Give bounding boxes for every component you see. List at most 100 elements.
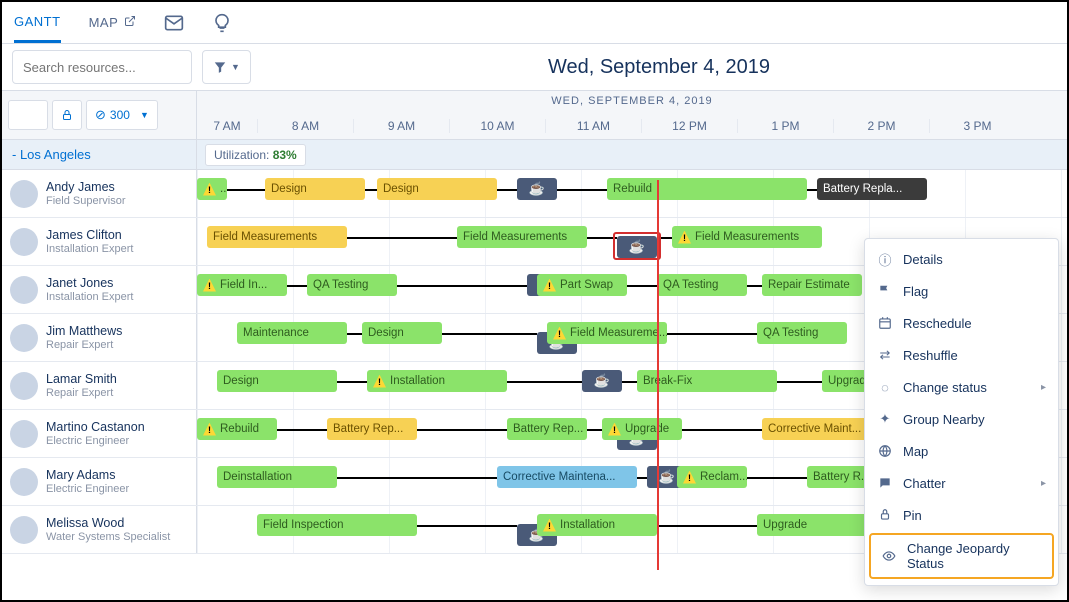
task[interactable]: Deinstallation	[217, 466, 337, 488]
bulb-icon[interactable]	[212, 13, 232, 33]
menu-change-status[interactable]: ◌Change status▸	[865, 371, 1058, 403]
avatar	[10, 468, 38, 496]
task[interactable]: Field Measurements	[207, 226, 347, 248]
task[interactable]: Design	[377, 178, 497, 200]
hour-label: 1 PM	[737, 119, 833, 133]
utilization-label: Utilization:	[214, 148, 269, 162]
task[interactable]: Upgrade	[757, 514, 867, 536]
search-box[interactable]	[12, 50, 192, 84]
hour-label: 9 AM	[353, 119, 449, 133]
travel-line	[627, 285, 657, 287]
warning-icon: !	[678, 231, 691, 244]
resource-cell[interactable]: Mary Adams Electric Engineer	[2, 458, 197, 505]
lane[interactable]: !... Design Design ☕ Rebuild Battery Repla...	[197, 170, 1067, 217]
task[interactable]: Design	[362, 322, 442, 344]
menu-label: Flag	[903, 284, 928, 299]
resource-cell[interactable]: Jim Matthews Repair Expert	[2, 314, 197, 361]
task[interactable]: !Reclam...	[677, 466, 747, 488]
chevron-right-icon: ▸	[1041, 382, 1046, 393]
task[interactable]: Design	[265, 178, 365, 200]
task[interactable]: !Field Measurements	[672, 226, 822, 248]
resource-cell[interactable]: Lamar Smith Repair Expert	[2, 362, 197, 409]
task[interactable]: Field Measurements	[457, 226, 587, 248]
menu-flag[interactable]: Flag	[865, 275, 1058, 307]
task[interactable]: QA Testing	[657, 274, 747, 296]
menu-pin[interactable]: Pin	[865, 499, 1058, 531]
task[interactable]: Battery Rep...	[507, 418, 587, 440]
lock-button[interactable]	[52, 100, 82, 130]
mail-icon[interactable]	[164, 13, 184, 33]
task-label: Field Measureme...	[570, 327, 667, 339]
warning-icon: !	[373, 375, 386, 388]
task[interactable]: Corrective Maintena...	[497, 466, 637, 488]
task[interactable]: QA Testing	[757, 322, 847, 344]
resource-cell[interactable]: Melissa Wood Water Systems Specialist	[2, 506, 197, 553]
travel-line	[497, 189, 517, 191]
territory-label[interactable]: - Los Angeles	[2, 140, 197, 169]
globe-icon	[877, 443, 893, 459]
resource-name: Mary Adams	[46, 468, 129, 483]
break-task[interactable]: ☕	[582, 370, 622, 392]
warning-icon: !	[553, 327, 566, 340]
break-task[interactable]: ☕	[517, 178, 557, 200]
travel-line	[337, 477, 497, 479]
avatar	[10, 516, 38, 544]
task[interactable]: Maintenance	[237, 322, 347, 344]
blank-button[interactable]	[8, 100, 48, 130]
filter-icon	[213, 60, 227, 74]
task-label: Design	[271, 183, 307, 195]
break-task[interactable]: ☕	[617, 236, 657, 258]
task[interactable]: !Rebuild	[197, 418, 277, 440]
resource-name: Martino Castanon	[46, 420, 145, 435]
task[interactable]: ! Field Measureme...	[547, 322, 667, 344]
task-label: Design	[383, 183, 419, 195]
task[interactable]: Design	[217, 370, 337, 392]
travel-line	[657, 525, 757, 527]
tab-map[interactable]: MAP	[89, 2, 137, 43]
travel-line	[747, 477, 807, 479]
task[interactable]: QA Testing	[307, 274, 397, 296]
task[interactable]: !Part Swap	[537, 274, 627, 296]
task-label: Maintenance	[243, 327, 309, 339]
menu-group-nearby[interactable]: ✦Group Nearby	[865, 403, 1058, 435]
coffee-icon: ☕	[629, 239, 645, 255]
filter-button[interactable]: ▼	[202, 50, 251, 84]
task[interactable]: Field Inspection	[257, 514, 417, 536]
tab-gantt[interactable]: GANTT	[14, 2, 61, 43]
travel-line	[667, 333, 757, 335]
travel-line	[277, 429, 327, 431]
avatar	[10, 180, 38, 208]
menu-chatter[interactable]: Chatter▸	[865, 467, 1058, 499]
menu-change-jeopardy[interactable]: Change Jeopardy Status	[869, 533, 1054, 579]
count-button[interactable]: ⊘ 300 ▼	[86, 100, 158, 130]
task-label: Field Inspection	[263, 519, 344, 531]
task-label: Field Measurements	[213, 231, 317, 243]
search-input[interactable]	[23, 60, 199, 75]
menu-details[interactable]: ⓘDetails	[865, 243, 1058, 275]
resource-cell[interactable]: Andy James Field Supervisor	[2, 170, 197, 217]
travel-line	[442, 333, 537, 335]
task[interactable]: !Upgrade	[602, 418, 682, 440]
resource-cell[interactable]: James Clifton Installation Expert	[2, 218, 197, 265]
task[interactable]: Rebuild	[607, 178, 807, 200]
warning-icon: !	[683, 471, 696, 484]
travel-line	[507, 381, 582, 383]
resource-cell[interactable]: Janet Jones Installation Expert	[2, 266, 197, 313]
task-label: Repair Estimate	[768, 279, 850, 291]
task[interactable]: !Field In...	[197, 274, 287, 296]
menu-reschedule[interactable]: Reschedule	[865, 307, 1058, 339]
menu-label: Change Jeopardy Status	[907, 541, 1042, 571]
task[interactable]: Battery Repla...	[817, 178, 927, 200]
task[interactable]: !...	[197, 178, 227, 200]
task[interactable]: Break-Fix	[637, 370, 777, 392]
hour-label: 3 PM	[929, 119, 1025, 133]
menu-reshuffle[interactable]: ⇄Reshuffle	[865, 339, 1058, 371]
task[interactable]: Corrective Maint...	[762, 418, 872, 440]
resource-cell[interactable]: Martino Castanon Electric Engineer	[2, 410, 197, 457]
task[interactable]: !Installation	[537, 514, 657, 536]
task[interactable]: Battery Rep...	[327, 418, 417, 440]
task[interactable]: !Installation	[367, 370, 507, 392]
menu-map[interactable]: Map	[865, 435, 1058, 467]
travel-line	[807, 189, 817, 191]
task[interactable]: Repair Estimate	[762, 274, 862, 296]
